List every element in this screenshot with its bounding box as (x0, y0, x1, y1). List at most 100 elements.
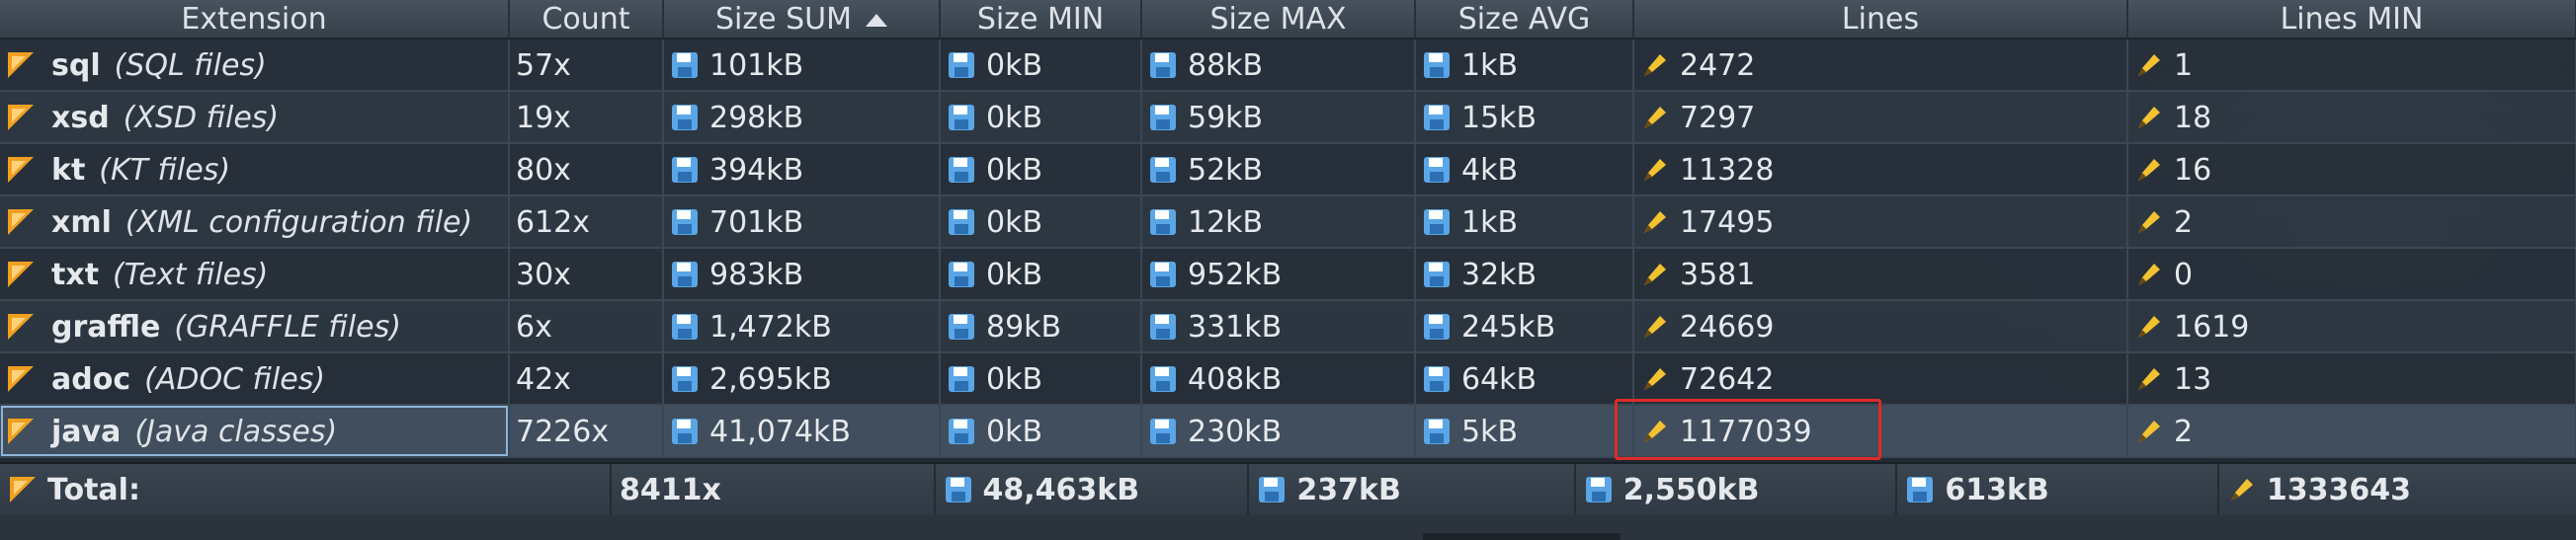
extension-cell[interactable]: txt (Text files) (0, 248, 510, 301)
table-row[interactable]: java (Java classes) 7226x 41,074kB 0kB 230kB 5… (0, 405, 2576, 458)
size-max-cell: 952kB (1141, 248, 1416, 301)
column-header-size-max[interactable]: Size MAX (1141, 0, 1416, 39)
extension-name: graffle (51, 309, 161, 345)
size-max-value: 52kB (1188, 152, 1264, 188)
extension-description: (GRAFFLE files) (174, 309, 401, 345)
size-avg-cell: 5kB (1415, 405, 1634, 458)
extension-cell[interactable]: kt (KT files) (0, 143, 510, 196)
extension-cell[interactable]: graffle (GRAFFLE files) (0, 300, 510, 353)
size-avg-value: 1kB (1461, 47, 1519, 83)
column-header-lines[interactable]: Lines (1633, 0, 2128, 39)
extension-description: (XSD files) (123, 100, 280, 135)
column-header-lines-min[interactable]: Lines MIN (2127, 0, 2576, 39)
table-row[interactable]: kt (KT files) 80x 394kB 0kB 52kB 4kB 11328 16 (0, 143, 2576, 196)
scrollbar-thumb[interactable] (1423, 533, 1620, 540)
size-max-cell: 230kB (1141, 405, 1416, 458)
total-lines: 1333643 (2266, 472, 2412, 507)
size-avg-value: 5kB (1461, 414, 1519, 449)
floppy-disk-icon (670, 260, 700, 289)
lines-min-value: 16 (2174, 152, 2212, 188)
floppy-disk-icon (670, 50, 700, 80)
table-row[interactable]: txt (Text files) 30x 983kB 0kB 952kB 32kB 3581 0 (0, 248, 2576, 301)
lines-value: 11328 (1680, 152, 1775, 188)
floppy-disk-icon (947, 50, 976, 80)
size-min-cell: 0kB (940, 405, 1142, 458)
total-lines-cell: 1333643 (2219, 464, 2576, 515)
floppy-disk-icon (1148, 312, 1178, 342)
folder-arrow-icon (6, 417, 36, 446)
size-min-cell: 0kB (940, 195, 1142, 249)
size-max-cell: 59kB (1141, 91, 1416, 144)
extension-table: Extension Count Size SUM Size MIN Size M… (0, 0, 2576, 458)
folder-arrow-icon (8, 475, 38, 504)
floppy-disk-icon (1148, 155, 1178, 185)
column-header-size-min[interactable]: Size MIN (940, 0, 1142, 39)
column-header-extension[interactable]: Extension (0, 0, 510, 39)
column-header-count[interactable]: Count (509, 0, 664, 39)
size-avg-cell: 245kB (1415, 300, 1634, 353)
lines-min-value: 18 (2174, 100, 2212, 135)
size-max-value: 952kB (1188, 257, 1283, 292)
extension-description: (Java classes) (134, 414, 338, 449)
table-row[interactable]: adoc (ADOC files) 42x 2,695kB 0kB 408kB 64kB 72… (0, 352, 2576, 406)
floppy-disk-icon (1148, 364, 1178, 394)
size-sum-cell: 41,074kB (663, 405, 941, 458)
table-row[interactable]: xsd (XSD files) 19x 298kB 0kB 59kB 15kB 7297 18 (0, 91, 2576, 144)
column-header-size-sum[interactable]: Size SUM (663, 0, 941, 39)
extension-cell[interactable]: xsd (XSD files) (0, 91, 510, 144)
floppy-disk-icon (1257, 475, 1287, 504)
table-row[interactable]: graffle (GRAFFLE files) 6x 1,472kB 89kB 331kB… (0, 300, 2576, 353)
count-cell: 57x (509, 39, 664, 92)
extension-name: xml (51, 204, 112, 240)
size-min-cell: 0kB (940, 39, 1142, 92)
column-header-size-avg[interactable]: Size AVG (1415, 0, 1634, 39)
lines-cell: 17495 (1633, 195, 2128, 249)
size-max-value: 12kB (1188, 204, 1264, 240)
size-min-value: 89kB (986, 309, 1062, 345)
size-avg-value: 4kB (1461, 152, 1519, 188)
extension-cell[interactable]: java (Java classes) (0, 405, 510, 458)
pencil-icon (1640, 260, 1670, 289)
extension-cell[interactable]: xml (XML configuration file) (0, 195, 510, 249)
table-row[interactable]: sql (SQL files) 57x 101kB 0kB 88kB 1kB 2472 1 (0, 39, 2576, 92)
pencil-icon (1640, 155, 1670, 185)
count-cell: 80x (509, 143, 664, 196)
size-sum-cell: 101kB (663, 39, 941, 92)
floppy-disk-icon (1584, 475, 1614, 504)
header-row: Extension Count Size SUM Size MIN Size M… (0, 0, 2576, 39)
size-avg-value: 1kB (1461, 204, 1519, 240)
floppy-disk-icon (1905, 475, 1935, 504)
total-size-max: 237kB (1296, 472, 1401, 507)
floppy-disk-icon (670, 312, 700, 342)
extension-name: sql (51, 47, 101, 83)
lines-min-value: 1619 (2174, 309, 2250, 345)
lines-min-cell: 2 (2127, 195, 2576, 249)
folder-arrow-icon (6, 103, 36, 132)
extension-description: (KT files) (99, 152, 231, 188)
lines-min-cell: 2 (2127, 405, 2576, 458)
size-min-value: 0kB (986, 361, 1043, 397)
size-sum-value: 41,074kB (709, 414, 851, 449)
total-label-cell: Total: (0, 464, 613, 515)
size-avg-cell: 15kB (1415, 91, 1634, 144)
pencil-icon (1640, 207, 1670, 237)
size-avg-value: 245kB (1461, 309, 1556, 345)
floppy-disk-icon (670, 103, 700, 132)
extension-cell[interactable]: sql (SQL files) (0, 39, 510, 92)
size-avg-cell: 64kB (1415, 352, 1634, 406)
table-row[interactable]: xml (XML configuration file) 612x 701kB 0kB 1… (0, 195, 2576, 249)
floppy-disk-icon (1422, 417, 1452, 446)
floppy-disk-icon (1422, 364, 1452, 394)
lines-cell: 3581 (1633, 248, 2128, 301)
extension-statistics-panel: Extension Count Size SUM Size MIN Size M… (0, 0, 2576, 540)
size-min-value: 0kB (986, 100, 1043, 135)
floppy-disk-icon (947, 364, 976, 394)
size-max-cell: 88kB (1141, 39, 1416, 92)
count-cell: 19x (509, 91, 664, 144)
extension-cell[interactable]: adoc (ADOC files) (0, 352, 510, 406)
size-sum-value: 101kB (709, 47, 804, 83)
floppy-disk-icon (947, 207, 976, 237)
pencil-icon (2134, 417, 2164, 446)
total-size-sum-cell: 48,463kB (936, 464, 1250, 515)
lines-cell: 11328 (1633, 143, 2128, 196)
